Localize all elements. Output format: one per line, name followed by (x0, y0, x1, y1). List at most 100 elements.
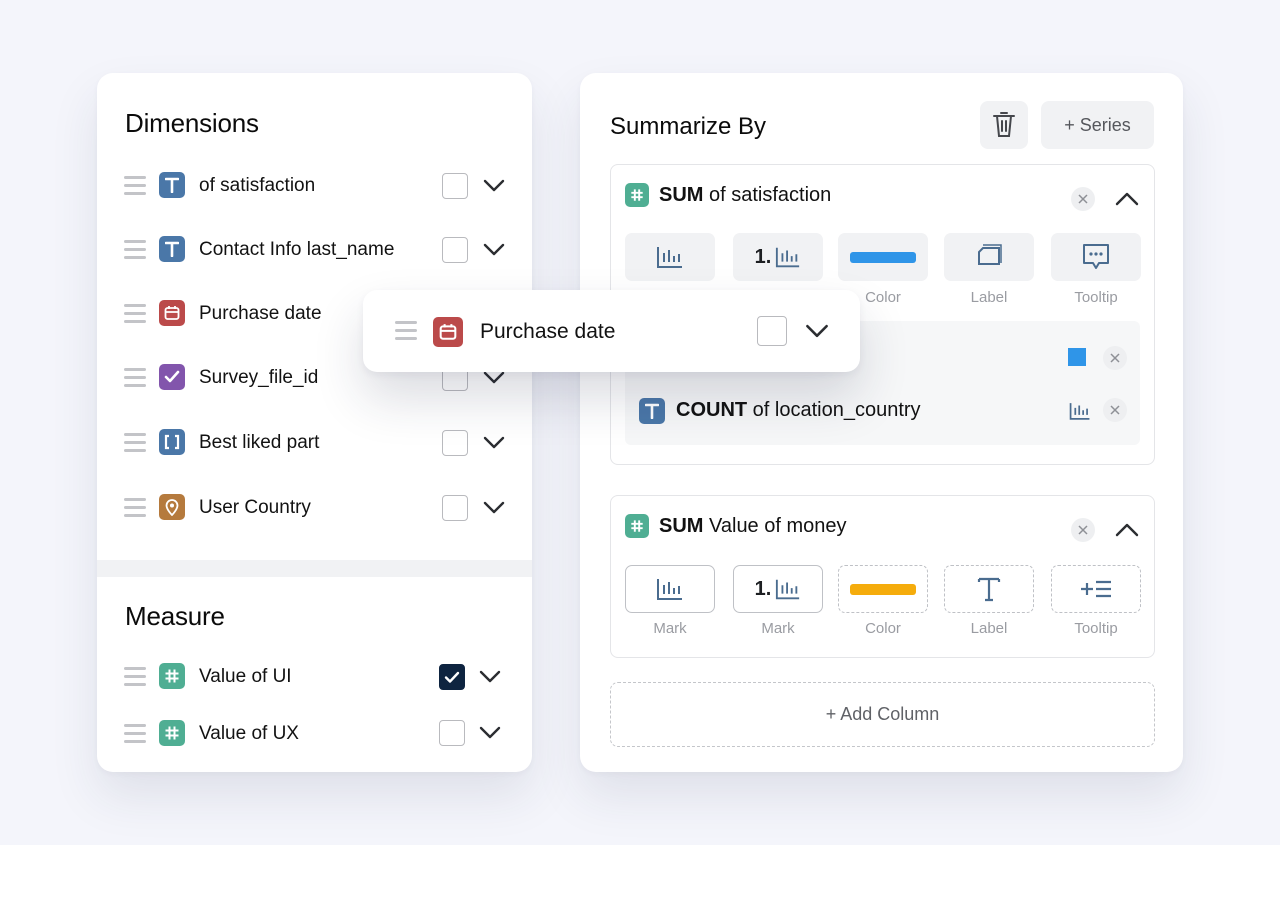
checkmark-icon (444, 671, 460, 683)
delete-button[interactable] (980, 101, 1028, 149)
tooltip-encoding-button[interactable] (1051, 233, 1141, 281)
measure-row[interactable]: Value of UX (97, 715, 532, 755)
field-checkbox[interactable] (442, 430, 468, 456)
mark-numbered-bar-button[interactable]: 1. (733, 565, 823, 613)
label-label: Label (970, 289, 1008, 306)
label-label: Label (970, 620, 1008, 637)
sub-item-title: COUNT of location_country (676, 399, 921, 422)
chevron-up-icon[interactable] (1115, 523, 1139, 537)
numbered-bar-chart-icon (776, 579, 800, 600)
chevron-down-icon[interactable] (483, 436, 505, 450)
drag-handle-icon[interactable] (124, 304, 146, 324)
bar-chart-icon (657, 579, 682, 600)
drag-handle-icon[interactable] (124, 176, 146, 196)
aggregation-label: SUM (659, 183, 704, 206)
color-label: Color (865, 620, 901, 637)
tooltip-encoding-button[interactable] (1051, 565, 1141, 613)
color-encoding-button[interactable] (838, 565, 928, 613)
section-divider (97, 560, 532, 577)
drag-handle-icon[interactable] (124, 433, 146, 453)
drag-handle-icon[interactable] (124, 498, 146, 518)
drag-handle-icon[interactable] (395, 321, 417, 341)
chevron-down-icon[interactable] (479, 726, 501, 740)
summarize-title: Summarize By (610, 113, 767, 140)
trash-icon (993, 112, 1015, 137)
measure-row[interactable]: Value of UI (97, 658, 532, 698)
field-label: Survey_file_id (199, 367, 319, 388)
drag-handle-icon[interactable] (124, 240, 146, 260)
sub-item-field-name: of location_country (752, 399, 921, 421)
field-checkbox[interactable] (442, 173, 468, 199)
series-title: SUM of satisfaction (659, 184, 831, 207)
field-checkbox[interactable] (757, 316, 787, 346)
mark-bar-button[interactable] (625, 565, 715, 613)
field-checkbox[interactable] (439, 720, 465, 746)
label-stack-icon (978, 244, 1002, 265)
label-encoding-button[interactable] (944, 565, 1034, 613)
chevron-up-icon[interactable] (1115, 192, 1139, 206)
dimension-row[interactable]: of satisfaction (97, 167, 532, 207)
series-card: SUM Value of money 1. Mark Mark Color La… (610, 495, 1155, 658)
bar-chart-icon[interactable] (1069, 401, 1091, 421)
field-label: Purchase date (480, 320, 616, 343)
calendar-icon (159, 300, 185, 326)
field-label: User Country (199, 497, 311, 518)
add-column-button[interactable]: + Add Column (610, 682, 1155, 747)
numbered-bar-chart-icon (776, 247, 800, 268)
chevron-down-icon[interactable] (805, 324, 829, 339)
chevron-down-icon[interactable] (483, 501, 505, 515)
measure-title: Measure (125, 601, 225, 631)
aggregation-label: COUNT (676, 399, 748, 421)
color-encoding-button[interactable] (838, 233, 928, 281)
hash-icon (159, 663, 185, 689)
drag-handle-icon[interactable] (124, 368, 146, 388)
dimension-row[interactable]: Contact Info last_name (97, 231, 532, 271)
tooltip-label: Tooltip (1074, 620, 1118, 637)
array-type-icon (159, 429, 185, 455)
chevron-down-icon[interactable] (483, 179, 505, 193)
drag-handle-icon[interactable] (124, 667, 146, 687)
close-icon (1110, 353, 1120, 363)
remove-sub-item-button[interactable] (1103, 398, 1127, 422)
mark-label: Mark (653, 620, 687, 637)
remove-sub-item-button[interactable] (1103, 346, 1127, 370)
series-field-name: Value of money (709, 514, 847, 537)
text-type-icon (159, 172, 185, 198)
color-square-icon[interactable] (1068, 348, 1086, 366)
field-checkbox[interactable] (442, 237, 468, 263)
field-checkbox[interactable] (442, 495, 468, 521)
field-checkbox-checked[interactable] (439, 664, 465, 690)
field-label: Value of UX (199, 723, 299, 744)
dimension-row[interactable]: Best liked part (97, 424, 532, 464)
color-swatch (850, 583, 916, 595)
mark-bar-button[interactable] (625, 233, 715, 281)
series-card-header[interactable]: SUM of satisfaction (625, 181, 831, 209)
location-pin-icon (159, 494, 185, 520)
label-encoding-button[interactable] (944, 233, 1034, 281)
text-type-icon (159, 236, 185, 262)
dimension-row[interactable]: User Country (97, 489, 532, 529)
mark-numbered-bar-button[interactable]: 1. (733, 233, 823, 281)
hash-icon (625, 514, 649, 538)
field-label: Best liked part (199, 432, 320, 453)
close-icon (1078, 525, 1088, 535)
close-icon (1110, 405, 1120, 415)
hash-icon (159, 720, 185, 746)
chevron-down-icon[interactable] (483, 243, 505, 257)
field-label: Contact Info last_name (199, 239, 395, 260)
remove-series-button[interactable] (1071, 187, 1095, 211)
add-series-button[interactable]: + Series (1041, 101, 1154, 149)
check-type-icon (159, 364, 185, 390)
tooltip-icon (1083, 244, 1109, 269)
drag-handle-icon[interactable] (124, 724, 146, 744)
tooltip-label: Tooltip (1074, 289, 1118, 306)
text-t-icon (977, 577, 1001, 602)
remove-series-button[interactable] (1071, 518, 1095, 542)
field-label: Purchase date (199, 303, 322, 324)
dragged-field[interactable]: Purchase date (363, 290, 860, 372)
chevron-down-icon[interactable] (483, 371, 505, 385)
series-title: SUM Value of money (659, 515, 847, 538)
chevron-down-icon[interactable] (479, 670, 501, 684)
field-label: Value of UI (199, 666, 292, 687)
series-card-header[interactable]: SUM Value of money (625, 512, 847, 540)
